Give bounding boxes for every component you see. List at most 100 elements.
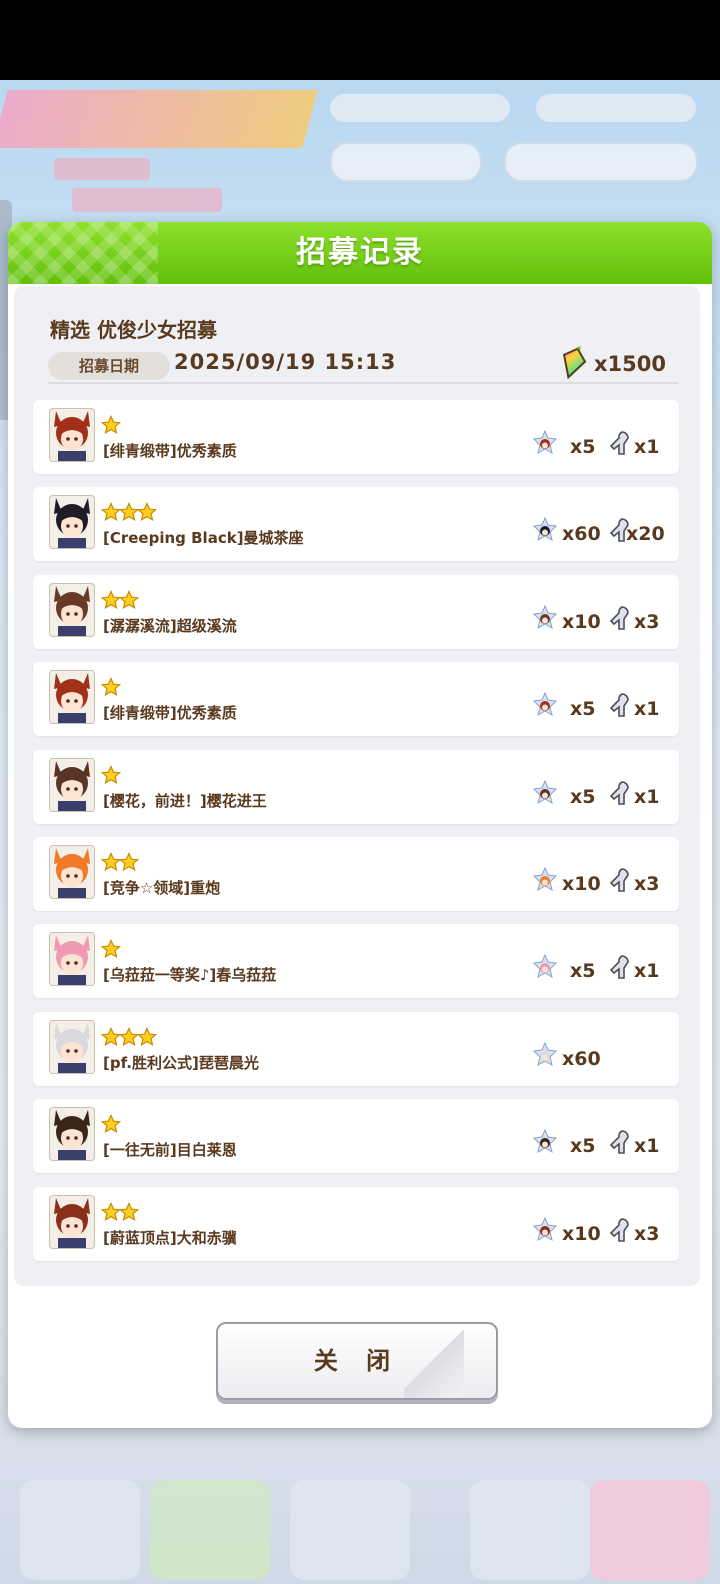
character-name: [绯青缎带]优秀素质: [103, 442, 237, 460]
dialog-header: 招募记录: [8, 222, 712, 284]
piece-count: x60: [562, 523, 601, 546]
character-name: [pf.胜利公式]琵琶晨光: [103, 1053, 259, 1072]
record-row: [潺潺溪流]超级溪流 x10 x3: [33, 574, 679, 649]
star-icon: [136, 1026, 158, 1047]
horseshoe-icon: [609, 692, 631, 720]
record-row: [樱花，前进！]樱花进王 x5 x1: [33, 749, 679, 824]
background-bottom-menu: [0, 1440, 720, 1584]
uma-piece-icon: [532, 1216, 558, 1245]
uma-piece-icon: [532, 691, 558, 720]
character-avatar: [49, 757, 95, 812]
character-name: [樱花，前进！]樱花进王: [103, 791, 267, 810]
record-row: [蔚蓝顶点]大和赤骥 x10 x3: [33, 1186, 679, 1261]
record-row: [pf.胜利公式]琵琶晨光 x60: [33, 1011, 679, 1086]
horseshoe-count: x3: [634, 1222, 660, 1245]
star-icon: [118, 1201, 140, 1222]
divider: [48, 382, 678, 384]
carat-icon: [562, 346, 586, 380]
record-row: [绯青缎带]优秀素质 x5 x1: [33, 400, 679, 474]
character-avatar: [49, 845, 95, 899]
character-name: [竞争☆领域]重炮: [103, 879, 221, 897]
star-icon: [100, 415, 122, 435]
uma-piece-icon: [532, 954, 558, 982]
rarity-stars: [100, 1026, 158, 1047]
rarity-stars: [100, 589, 140, 610]
background-button: [330, 142, 482, 182]
star-icon: [136, 502, 158, 522]
uma-piece-icon: [532, 866, 558, 895]
horseshoe-count: x1: [634, 698, 660, 721]
star-icon: [118, 1026, 140, 1047]
character-avatar: [49, 670, 95, 725]
uma-piece-icon: [532, 1128, 558, 1157]
status-bar: [0, 0, 720, 80]
background-tile: [590, 1480, 710, 1580]
uma-piece-icon: [532, 1041, 558, 1070]
star-icon: [100, 502, 122, 522]
star-icon: [100, 939, 122, 959]
horseshoe-count: x20: [626, 523, 665, 546]
star-icon: [100, 677, 122, 697]
star-icon: [100, 764, 122, 785]
dialog-title: 招募记录: [296, 235, 424, 270]
uma-piece-icon: [532, 604, 558, 633]
background-tile: [20, 1480, 140, 1580]
record-row: [绯青缎带]优秀素质 x5 x1: [33, 662, 679, 737]
uma-piece-icon: [532, 779, 558, 808]
star-icon: [118, 502, 140, 522]
record-row: [竞争☆领域]重炮 x10 x3: [33, 837, 679, 911]
rarity-stars: [100, 1114, 122, 1134]
background-tile: [290, 1480, 410, 1580]
cost-value: x1500: [594, 352, 666, 376]
gacha-name: 精选 优俊少女招募: [50, 318, 217, 342]
horseshoe-count: x3: [634, 873, 660, 895]
background-tag: [54, 158, 150, 180]
rarity-stars: [100, 502, 158, 522]
piece-count: x5: [570, 960, 596, 983]
close-button[interactable]: 关 闭: [216, 1322, 498, 1400]
piece-count: x10: [562, 1222, 601, 1245]
background-tile: [150, 1480, 270, 1580]
character-name: [Creeping Black]曼城茶座: [103, 529, 304, 548]
piece-count: x10: [562, 610, 601, 633]
horseshoe-icon: [609, 430, 631, 458]
character-avatar: [49, 495, 95, 550]
horseshoe-icon: [609, 1217, 631, 1245]
piece-count: x10: [562, 873, 601, 895]
horseshoe-icon: [609, 954, 631, 982]
recruit-record-dialog: 招募记录 精选 优俊少女招募 招募日期 2025/09/19 15:13 x15…: [8, 222, 712, 1428]
star-icon: [100, 852, 122, 872]
rarity-stars: [100, 852, 140, 872]
character-name: [一往无前]目白莱恩: [103, 1141, 237, 1160]
character-name: [蔚蓝顶点]大和赤骥: [103, 1228, 237, 1247]
character-avatar: [49, 1019, 95, 1074]
character-avatar: [49, 582, 95, 637]
background-resource-bar: [330, 94, 510, 122]
background-banner: [0, 90, 318, 148]
piece-count: x5: [570, 698, 596, 721]
date-value: 2025/09/19 15:13: [174, 350, 397, 374]
close-button-label: 关 闭: [313, 1347, 401, 1375]
horseshoe-icon: [609, 1129, 631, 1157]
character-name: [乌菈菈一等奖♪]春乌菈菈: [103, 966, 277, 985]
background-tag: [72, 188, 222, 212]
star-icon: [100, 1026, 122, 1047]
horseshoe-count: x3: [634, 610, 660, 633]
star-icon: [100, 1114, 122, 1134]
horseshoe-icon: [609, 867, 631, 895]
uma-piece-icon: [532, 429, 558, 458]
piece-count: x5: [570, 785, 596, 808]
character-name: [潺潺溪流]超级溪流: [103, 616, 237, 635]
rarity-stars: [100, 764, 122, 785]
background-button: [504, 142, 698, 182]
horseshoe-count: x1: [634, 960, 660, 983]
piece-count: x60: [562, 1047, 601, 1070]
record-row: [Creeping Black]曼城茶座 x60 x20: [33, 487, 679, 562]
horseshoe-icon: [609, 780, 631, 808]
horseshoe-count: x1: [634, 436, 660, 458]
rarity-stars: [100, 415, 122, 435]
horseshoe-count: x1: [634, 785, 660, 808]
star-icon: [100, 1201, 122, 1222]
piece-count: x5: [570, 436, 596, 458]
uma-piece-icon: [532, 517, 558, 545]
